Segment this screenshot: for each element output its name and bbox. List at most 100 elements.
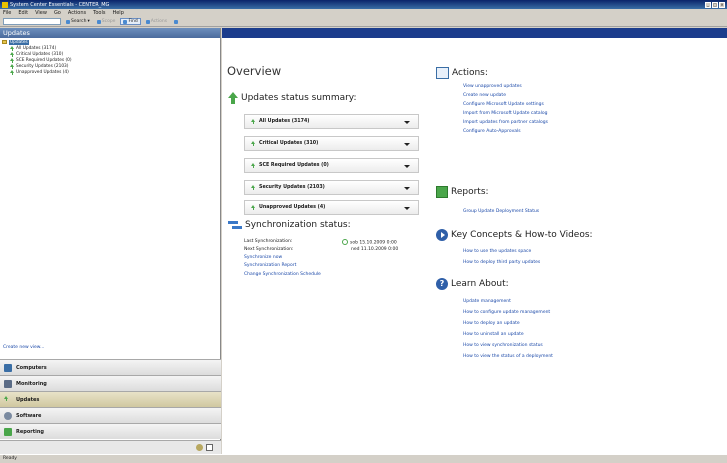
learn-update-management-link[interactable]: Update management: [463, 299, 511, 304]
update-icon: [251, 205, 255, 210]
third-party-updates-video-link[interactable]: How to deploy third party updates: [463, 260, 540, 265]
learn-configure-update-management-link[interactable]: How to configure update management: [463, 310, 550, 315]
find-button[interactable]: Find: [120, 18, 141, 25]
next-sync-label: Next Synchronization:: [244, 247, 294, 252]
import-microsoft-catalog-link[interactable]: Import from Microsoft Update catalog: [463, 111, 548, 116]
menu-bar: File Edit View Go Actions Tools Help: [0, 9, 727, 17]
learn-uninstall-update-link[interactable]: How to uninstall an update: [463, 332, 524, 337]
learn-view-sync-status-link[interactable]: How to view synchronization status: [463, 343, 543, 348]
menu-go[interactable]: Go: [54, 10, 61, 16]
update-arrow-icon: [228, 92, 238, 104]
navigation-pane: Updates Updates All Updates (3174) Criti…: [0, 28, 221, 454]
search-input[interactable]: [3, 18, 61, 25]
menu-file[interactable]: File: [3, 10, 11, 16]
change-sync-schedule-link[interactable]: Change Synchronization Schedule: [244, 272, 321, 277]
sync-heading: Synchronization status:: [228, 220, 351, 230]
monitoring-icon: [4, 379, 12, 388]
create-new-update-link[interactable]: Create new update: [463, 93, 506, 98]
configure-buttons-icon[interactable]: [206, 444, 213, 451]
find-icon: [123, 19, 128, 24]
wunderbar-monitoring[interactable]: Monitoring: [0, 375, 221, 391]
last-sync-label: Last Synchronization:: [244, 239, 293, 244]
sync-icon: [228, 220, 242, 230]
summary-unapproved-updates[interactable]: Unapproved Updates (4): [244, 200, 419, 215]
toolbar: Search ▾ Scope Find Actions: [0, 17, 727, 27]
page-title: Overview: [227, 64, 282, 78]
update-icon: [10, 51, 14, 57]
minimize-button[interactable]: _: [705, 1, 711, 8]
menu-edit[interactable]: Edit: [18, 10, 28, 16]
tree-node-unapproved-updates[interactable]: Unapproved Updates (4): [2, 69, 218, 75]
create-new-view-link[interactable]: Create new view...: [3, 345, 44, 350]
reports-heading: Reports:: [436, 186, 489, 198]
search-icon: [66, 19, 70, 24]
help-icon: [174, 19, 179, 24]
window-title: System Center Essentials - CENTER_MG: [10, 1, 110, 8]
menu-actions[interactable]: Actions: [68, 10, 86, 16]
chevron-down-icon: [404, 165, 410, 168]
update-icon: [251, 185, 255, 190]
play-video-icon: [436, 229, 448, 241]
nav-header: Updates: [0, 28, 220, 38]
group-update-deployment-status-link[interactable]: Group Update Deployment Status: [463, 209, 539, 214]
folder-icon: [2, 40, 7, 44]
synchronize-now-link[interactable]: Synchronize now: [244, 255, 282, 260]
nav-bottom-strip: [0, 440, 221, 454]
software-icon: [4, 411, 12, 420]
import-partner-catalogs-link[interactable]: Import updates from partner catalogs: [463, 120, 548, 125]
configure-auto-approvals-link[interactable]: Configure Auto-Approvals: [463, 129, 521, 134]
next-sync-value: ned 11.10.2009 0:00: [351, 247, 399, 252]
close-button[interactable]: ×: [719, 1, 725, 8]
menu-view[interactable]: View: [35, 10, 47, 16]
last-sync-value: sob 15.10.2009 0:00: [342, 239, 397, 246]
search-button[interactable]: Search ▾: [64, 18, 92, 25]
chevron-down-icon: [404, 207, 410, 210]
summary-sce-required-updates[interactable]: SCE Required Updates (0): [244, 158, 419, 173]
app-icon: [2, 1, 8, 8]
scope-button[interactable]: Scope: [95, 18, 118, 25]
configure-microsoft-update-link[interactable]: Configure Microsoft Update settings: [463, 102, 544, 107]
videos-heading: Key Concepts & How-to Videos:: [436, 229, 593, 241]
maximize-button[interactable]: □: [712, 1, 718, 8]
learn-about-heading: ? Learn About:: [436, 278, 509, 290]
learn-view-deployment-status-link[interactable]: How to view the status of a deployment: [463, 354, 553, 359]
menu-tools[interactable]: Tools: [93, 10, 105, 16]
help-question-icon: ?: [436, 278, 448, 290]
help-button[interactable]: [172, 18, 180, 25]
actions-toggle-button[interactable]: Actions: [144, 18, 169, 25]
actions-panel-icon: [436, 67, 449, 79]
actions-icon: [145, 19, 150, 24]
summary-heading: Updates status summary:: [228, 92, 357, 104]
content-header-bar: [222, 28, 727, 38]
summary-security-updates[interactable]: Security Updates (2103): [244, 180, 419, 195]
wunderbar-software[interactable]: Software: [0, 407, 221, 423]
chevron-down-icon: [404, 143, 410, 146]
reports-icon: [436, 186, 448, 198]
chevron-down-icon: [404, 121, 410, 124]
learn-deploy-update-link[interactable]: How to deploy an update: [463, 321, 520, 326]
summary-all-updates[interactable]: All Updates (3174): [244, 114, 419, 129]
wunderbar-reporting[interactable]: Reporting: [0, 423, 221, 439]
wunderbar-computers[interactable]: Computers: [0, 359, 221, 375]
view-unapproved-updates-link[interactable]: View unapproved updates: [463, 84, 522, 89]
updates-icon: [4, 395, 12, 404]
update-icon: [10, 69, 14, 75]
summary-critical-updates[interactable]: Critical Updates (310): [244, 136, 419, 151]
chevron-down-icon: [404, 187, 410, 190]
updates-tree: Updates All Updates (3174) Critical Upda…: [0, 38, 220, 76]
success-icon: [342, 239, 348, 245]
status-bar: Ready: [0, 454, 727, 463]
wunderbar-updates[interactable]: Updates: [0, 391, 221, 407]
update-icon: [10, 57, 14, 63]
updates-space-video-link[interactable]: How to use the updates space: [463, 249, 531, 254]
update-icon: [251, 141, 255, 146]
actions-heading: Actions:: [436, 67, 488, 79]
synchronization-report-link[interactable]: Synchronization Report: [244, 263, 296, 268]
update-icon: [10, 45, 14, 51]
computers-icon: [4, 363, 12, 372]
menu-help[interactable]: Help: [112, 10, 123, 16]
update-icon: [10, 63, 14, 69]
expand-chevron-icon[interactable]: [196, 444, 203, 451]
reporting-icon: [4, 427, 12, 436]
update-icon: [251, 119, 255, 124]
